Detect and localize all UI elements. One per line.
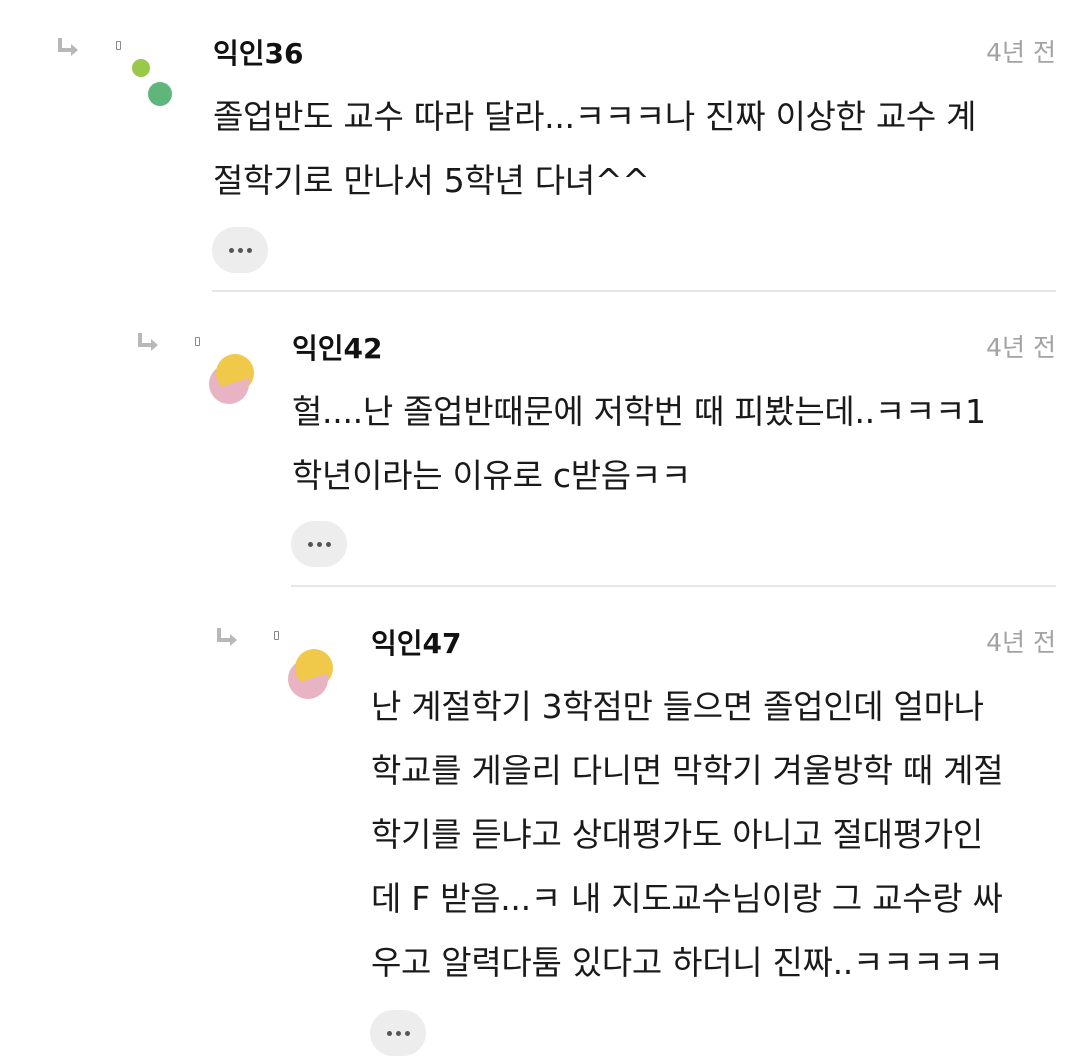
- comment-item: 익인47 4년 전 난 계절학기 3학점만 들으면 졸업인데 얼마나 학교를 게…: [0, 0, 1080, 1056]
- avatar: [288, 649, 333, 699]
- tiny-box-icon: [274, 631, 279, 640]
- comment-line: 데 F 받음...ㅋ 내 지도교수님이랑 그 교수랑 싸: [371, 879, 1003, 918]
- comment-line: 난 계절학기 3학점만 들으면 졸업인데 얼마나: [371, 687, 984, 726]
- reply-arrow-icon: [217, 628, 237, 646]
- comment-line: 학교를 게을리 다니면 막학기 겨울방학 때 계절: [371, 751, 1004, 790]
- nickname[interactable]: 익인47: [371, 628, 462, 660]
- comment-line: 학기를 듣냐고 상대평가도 아니고 절대평가인: [371, 815, 983, 854]
- more-dots-icon: [386, 1030, 392, 1036]
- comment-line: 우고 알력다툼 있다고 하더니 진짜..ㅋㅋㅋㅋㅋ: [371, 943, 1004, 982]
- more-options-button[interactable]: [370, 1010, 426, 1056]
- comment-body: 난 계절학기 3학점만 들으면 졸업인데 얼마나 학교를 게을리 다니면 막학기…: [371, 675, 1004, 995]
- timestamp: 4년 전: [986, 628, 1056, 657]
